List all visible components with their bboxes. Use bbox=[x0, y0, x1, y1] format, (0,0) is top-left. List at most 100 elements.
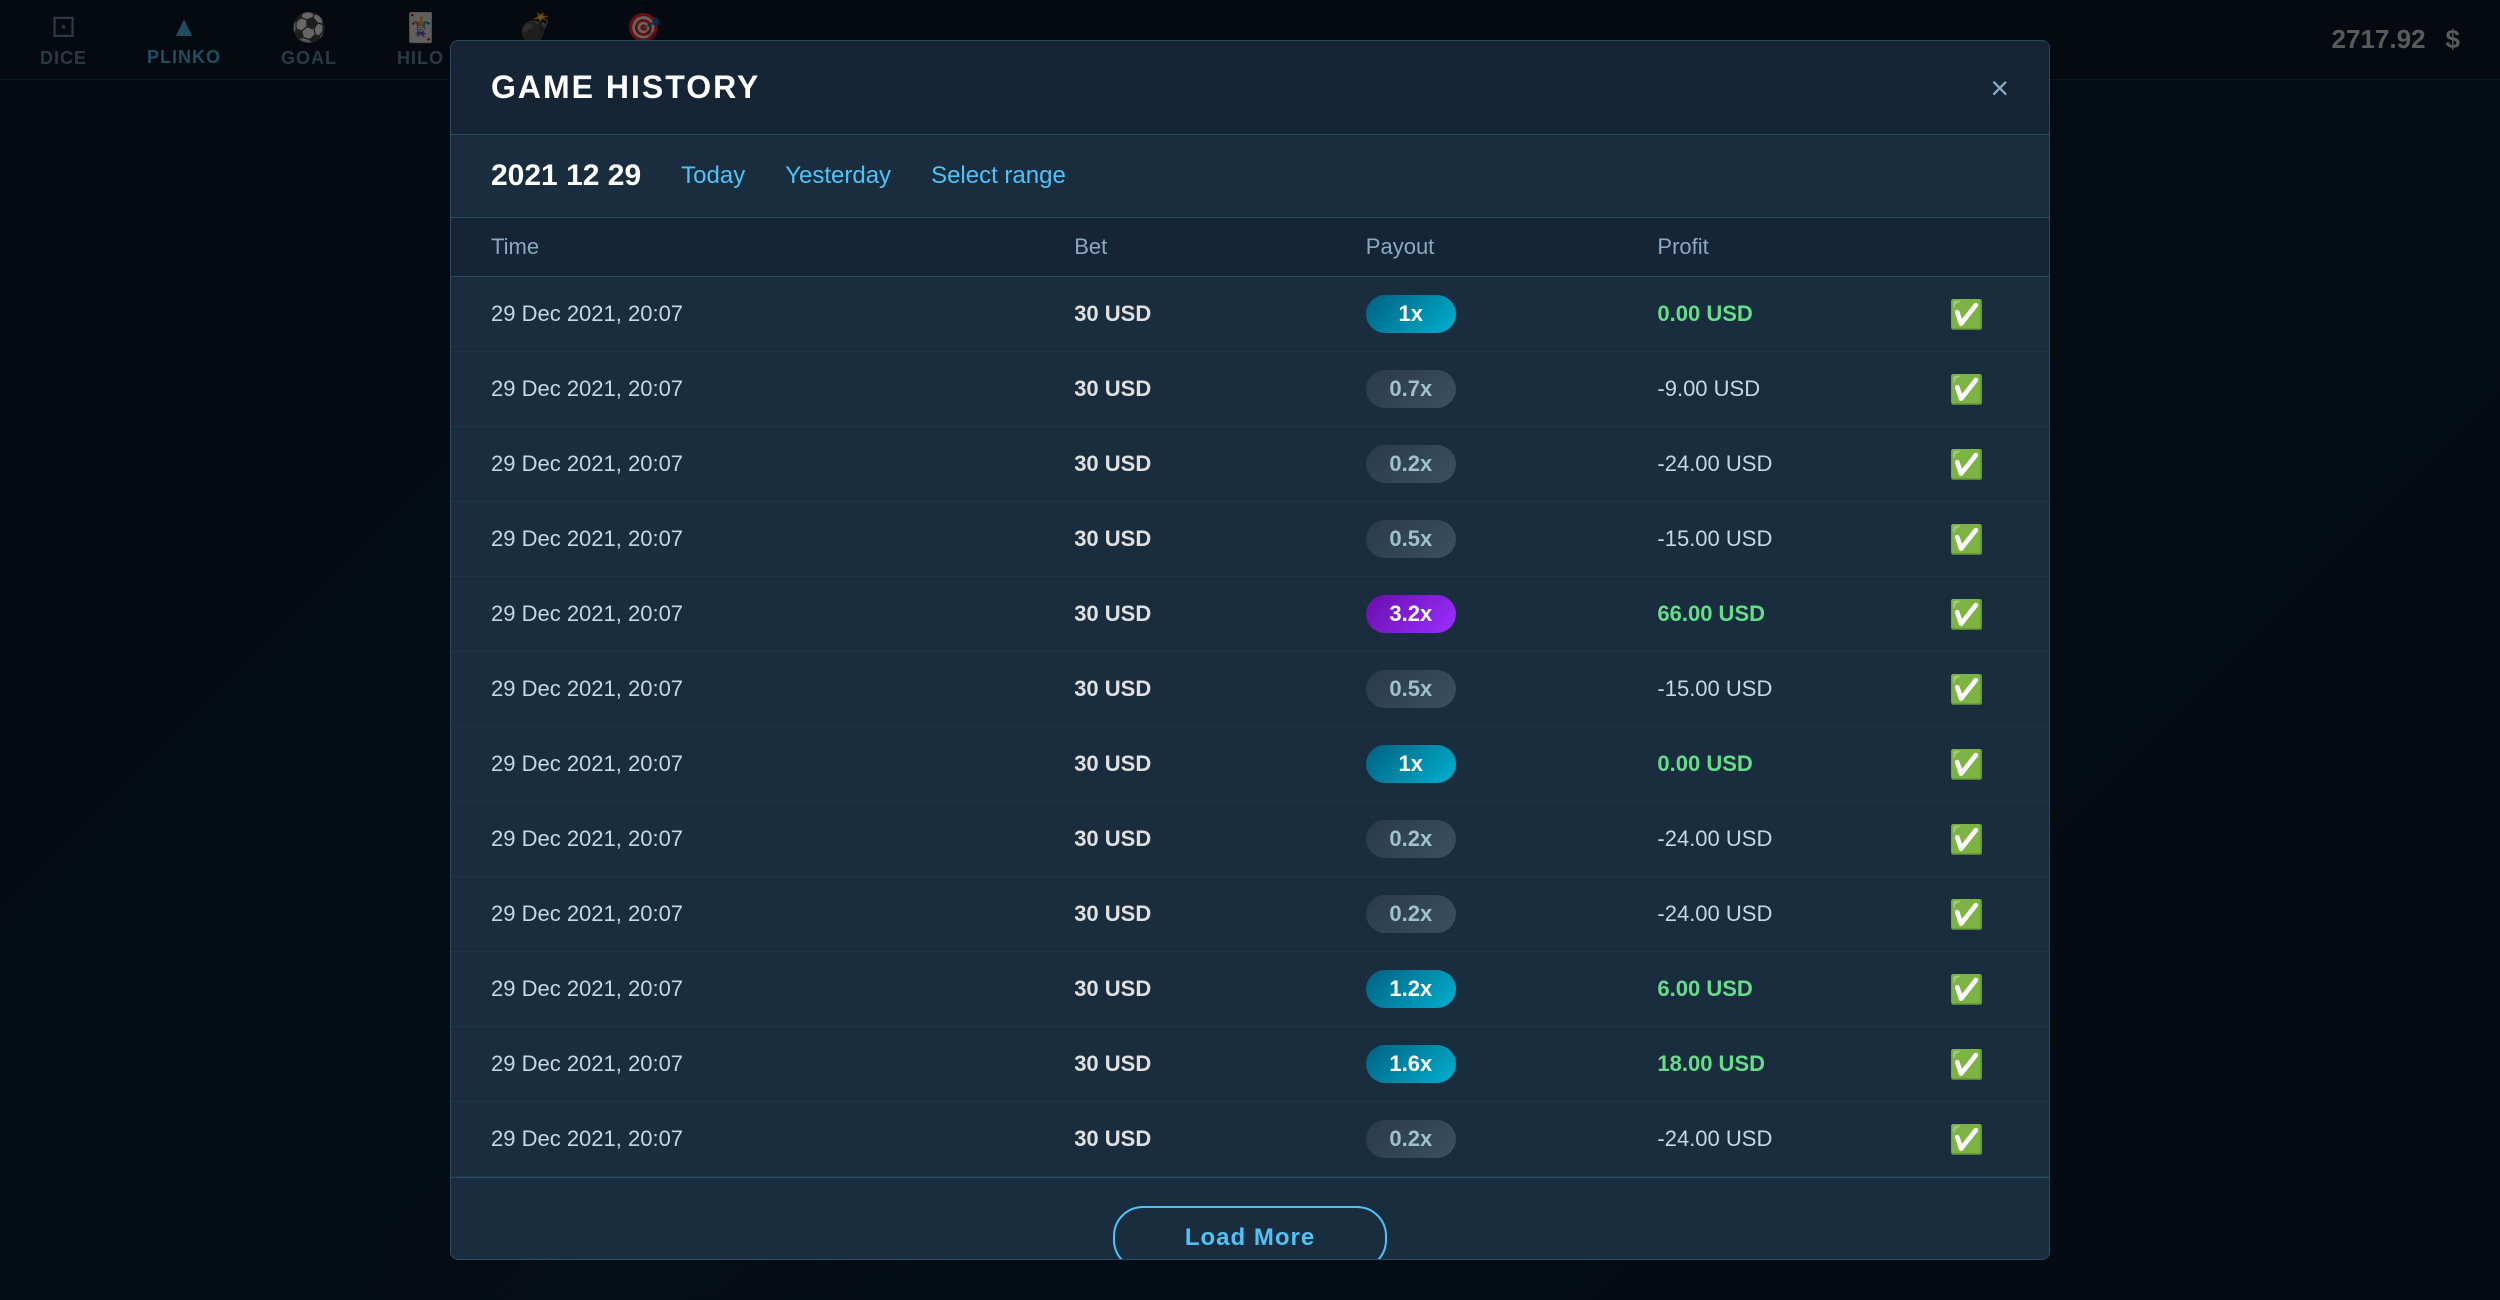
cell-time: 29 Dec 2021, 20:07 bbox=[491, 526, 1074, 552]
cell-time: 29 Dec 2021, 20:07 bbox=[491, 826, 1074, 852]
payout-badge: 1x bbox=[1366, 745, 1456, 783]
game-history-modal: GAME HISTORY × 2021 12 29 Today Yesterda… bbox=[450, 40, 2050, 1260]
cell-payout: 1x bbox=[1366, 295, 1658, 333]
payout-badge: 0.2x bbox=[1366, 895, 1456, 933]
verify-icon[interactable]: ✅ bbox=[1949, 1123, 2009, 1156]
verify-icon[interactable]: ✅ bbox=[1949, 898, 2009, 931]
payout-badge: 0.7x bbox=[1366, 370, 1456, 408]
modal-header: GAME HISTORY × bbox=[451, 41, 2049, 135]
payout-badge: 1x bbox=[1366, 295, 1456, 333]
verify-icon[interactable]: ✅ bbox=[1949, 1048, 2009, 1081]
cell-payout: 0.5x bbox=[1366, 670, 1658, 708]
cell-payout: 1.6x bbox=[1366, 1045, 1658, 1083]
header-time: Time bbox=[491, 234, 1074, 260]
payout-badge: 0.2x bbox=[1366, 445, 1456, 483]
verify-icon[interactable]: ✅ bbox=[1949, 448, 2009, 481]
cell-payout: 0.2x bbox=[1366, 820, 1658, 858]
cell-payout: 3.2x bbox=[1366, 595, 1658, 633]
cell-payout: 1x bbox=[1366, 745, 1658, 783]
modal-overlay: GAME HISTORY × 2021 12 29 Today Yesterda… bbox=[0, 0, 2500, 1300]
payout-badge: 0.2x bbox=[1366, 1120, 1456, 1158]
cell-profit: -24.00 USD bbox=[1657, 901, 1949, 927]
verify-icon[interactable]: ✅ bbox=[1949, 598, 2009, 631]
load-more-container: Load More bbox=[451, 1177, 2049, 1260]
verify-icon[interactable]: ✅ bbox=[1949, 823, 2009, 856]
history-table: Time Bet Payout Profit 29 Dec 2021, 20:0… bbox=[451, 218, 2049, 1177]
cell-bet: 30 USD bbox=[1074, 676, 1366, 702]
cell-bet: 30 USD bbox=[1074, 301, 1366, 327]
cell-time: 29 Dec 2021, 20:07 bbox=[491, 1126, 1074, 1152]
cell-time: 29 Dec 2021, 20:07 bbox=[491, 976, 1074, 1002]
payout-badge: 0.2x bbox=[1366, 820, 1456, 858]
cell-profit: -24.00 USD bbox=[1657, 826, 1949, 852]
cell-payout: 0.2x bbox=[1366, 445, 1658, 483]
cell-time: 29 Dec 2021, 20:07 bbox=[491, 301, 1074, 327]
filter-select-range[interactable]: Select range bbox=[931, 162, 1066, 190]
cell-profit: -24.00 USD bbox=[1657, 1126, 1949, 1152]
table-body: 29 Dec 2021, 20:07 30 USD 1x 0.00 USD ✅ … bbox=[451, 277, 2049, 1177]
table-header-row: Time Bet Payout Profit bbox=[451, 218, 2049, 277]
cell-bet: 30 USD bbox=[1074, 526, 1366, 552]
table-row: 29 Dec 2021, 20:07 30 USD 1x 0.00 USD ✅ bbox=[451, 727, 2049, 802]
header-bet: Bet bbox=[1074, 234, 1366, 260]
load-more-button[interactable]: Load More bbox=[1113, 1206, 1387, 1260]
cell-time: 29 Dec 2021, 20:07 bbox=[491, 376, 1074, 402]
table-row: 29 Dec 2021, 20:07 30 USD 0.2x -24.00 US… bbox=[451, 1102, 2049, 1177]
filter-today[interactable]: Today bbox=[681, 162, 745, 190]
cell-time: 29 Dec 2021, 20:07 bbox=[491, 601, 1074, 627]
cell-bet: 30 USD bbox=[1074, 601, 1366, 627]
cell-bet: 30 USD bbox=[1074, 376, 1366, 402]
table-row: 29 Dec 2021, 20:07 30 USD 0.2x -24.00 US… bbox=[451, 877, 2049, 952]
table-row: 29 Dec 2021, 20:07 30 USD 3.2x 66.00 USD… bbox=[451, 577, 2049, 652]
table-row: 29 Dec 2021, 20:07 30 USD 1.6x 18.00 USD… bbox=[451, 1027, 2049, 1102]
table-row: 29 Dec 2021, 20:07 30 USD 0.2x -24.00 US… bbox=[451, 427, 2049, 502]
cell-profit: -15.00 USD bbox=[1657, 526, 1949, 552]
verify-icon[interactable]: ✅ bbox=[1949, 973, 2009, 1006]
payout-badge: 3.2x bbox=[1366, 595, 1456, 633]
table-row: 29 Dec 2021, 20:07 30 USD 1x 0.00 USD ✅ bbox=[451, 277, 2049, 352]
table-row: 29 Dec 2021, 20:07 30 USD 0.7x -9.00 USD… bbox=[451, 352, 2049, 427]
cell-profit: 0.00 USD bbox=[1657, 301, 1949, 327]
cell-bet: 30 USD bbox=[1074, 826, 1366, 852]
modal-close-button[interactable]: × bbox=[1990, 72, 2009, 104]
verify-icon[interactable]: ✅ bbox=[1949, 373, 2009, 406]
verify-icon[interactable]: ✅ bbox=[1949, 748, 2009, 781]
header-profit: Profit bbox=[1657, 234, 1949, 260]
verify-icon[interactable]: ✅ bbox=[1949, 673, 2009, 706]
date-display: 2021 12 29 bbox=[491, 159, 641, 193]
table-row: 29 Dec 2021, 20:07 30 USD 0.2x -24.00 US… bbox=[451, 802, 2049, 877]
date-filter-bar: 2021 12 29 Today Yesterday Select range bbox=[451, 135, 2049, 218]
cell-bet: 30 USD bbox=[1074, 1051, 1366, 1077]
cell-profit: 6.00 USD bbox=[1657, 976, 1949, 1002]
cell-time: 29 Dec 2021, 20:07 bbox=[491, 676, 1074, 702]
cell-bet: 30 USD bbox=[1074, 1126, 1366, 1152]
payout-badge: 0.5x bbox=[1366, 670, 1456, 708]
header-verify bbox=[1949, 234, 2009, 260]
cell-profit: -24.00 USD bbox=[1657, 451, 1949, 477]
cell-payout: 1.2x bbox=[1366, 970, 1658, 1008]
cell-payout: 0.7x bbox=[1366, 370, 1658, 408]
cell-time: 29 Dec 2021, 20:07 bbox=[491, 901, 1074, 927]
cell-bet: 30 USD bbox=[1074, 976, 1366, 1002]
payout-badge: 1.6x bbox=[1366, 1045, 1456, 1083]
modal-title: GAME HISTORY bbox=[491, 69, 760, 106]
cell-profit: -9.00 USD bbox=[1657, 376, 1949, 402]
payout-badge: 0.5x bbox=[1366, 520, 1456, 558]
cell-payout: 0.2x bbox=[1366, 1120, 1658, 1158]
table-row: 29 Dec 2021, 20:07 30 USD 0.5x -15.00 US… bbox=[451, 652, 2049, 727]
cell-bet: 30 USD bbox=[1074, 751, 1366, 777]
cell-profit: 18.00 USD bbox=[1657, 1051, 1949, 1077]
verify-icon[interactable]: ✅ bbox=[1949, 523, 2009, 556]
cell-payout: 0.5x bbox=[1366, 520, 1658, 558]
table-row: 29 Dec 2021, 20:07 30 USD 1.2x 6.00 USD … bbox=[451, 952, 2049, 1027]
cell-profit: 66.00 USD bbox=[1657, 601, 1949, 627]
cell-profit: -15.00 USD bbox=[1657, 676, 1949, 702]
verify-icon[interactable]: ✅ bbox=[1949, 298, 2009, 331]
filter-yesterday[interactable]: Yesterday bbox=[785, 162, 891, 190]
cell-time: 29 Dec 2021, 20:07 bbox=[491, 751, 1074, 777]
payout-badge: 1.2x bbox=[1366, 970, 1456, 1008]
cell-payout: 0.2x bbox=[1366, 895, 1658, 933]
header-payout: Payout bbox=[1366, 234, 1658, 260]
cell-time: 29 Dec 2021, 20:07 bbox=[491, 1051, 1074, 1077]
cell-bet: 30 USD bbox=[1074, 901, 1366, 927]
